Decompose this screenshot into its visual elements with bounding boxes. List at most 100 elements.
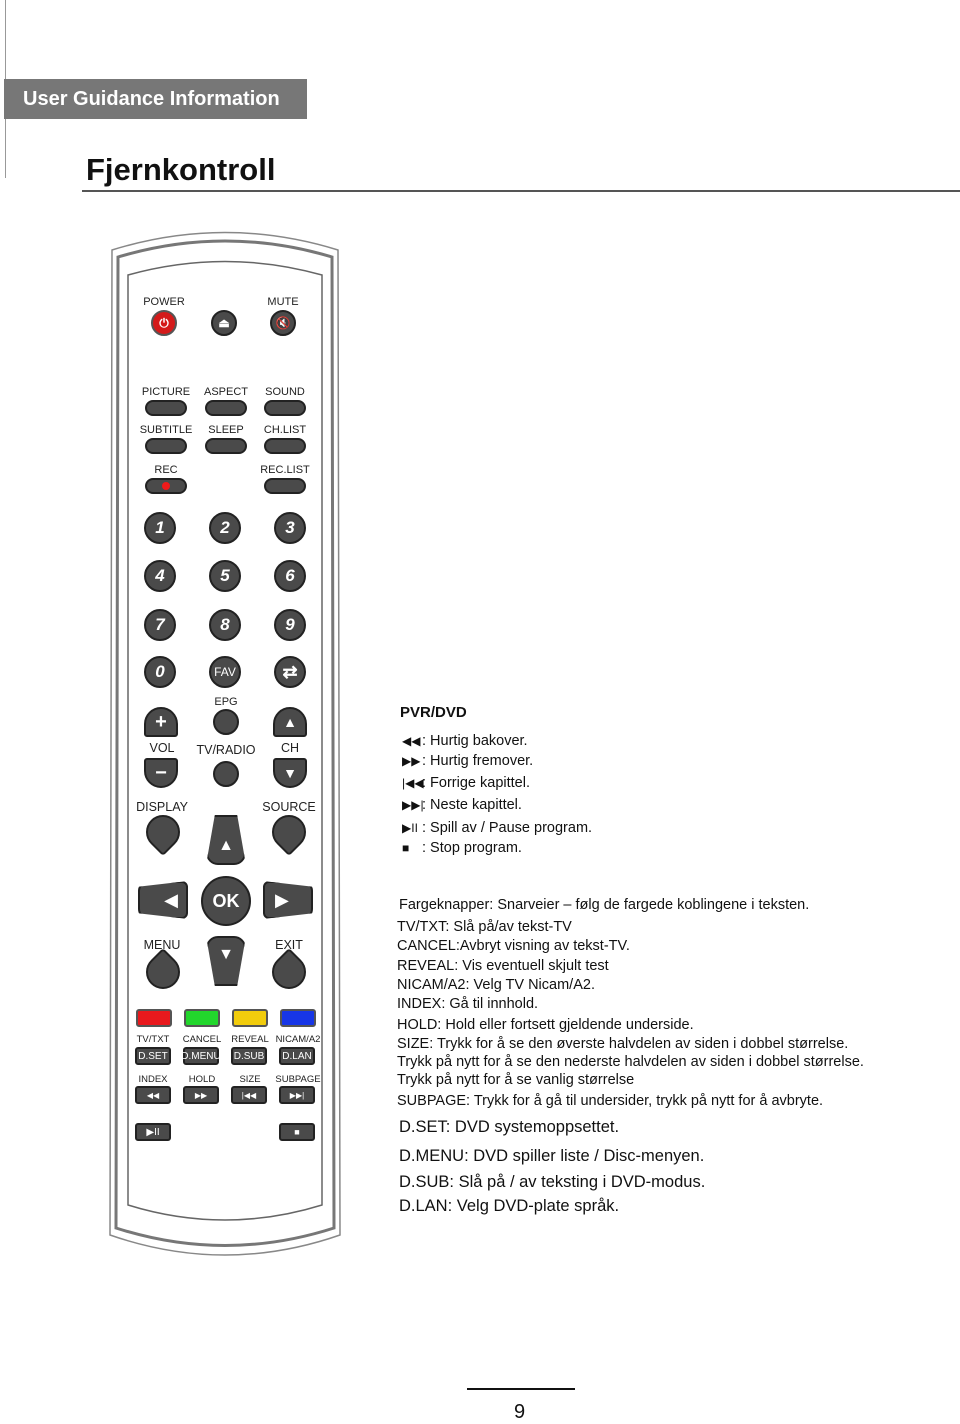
dmenu-description: D.MENU: DVD spiller liste / Disc-menyen. bbox=[399, 1147, 705, 1165]
green-button[interactable] bbox=[184, 1009, 220, 1027]
vol-label: VOL bbox=[149, 741, 175, 755]
power-button[interactable]: ⏻ bbox=[151, 310, 177, 336]
mute-icon: 🔇 bbox=[275, 316, 291, 330]
power-label: POWER bbox=[143, 296, 185, 308]
sleep-button[interactable] bbox=[205, 438, 247, 454]
color-keys-description: Fargeknapper: Snarveier – følg de farged… bbox=[399, 897, 810, 913]
yellow-button[interactable] bbox=[232, 1009, 268, 1027]
sound-button[interactable] bbox=[264, 400, 306, 416]
sound-label: SOUND bbox=[265, 386, 305, 398]
sleep-label: SLEEP bbox=[208, 424, 244, 436]
number-9-button[interactable]: 9 bbox=[274, 609, 306, 641]
mute-label: MUTE bbox=[267, 296, 299, 308]
tvtxt-description: TV/TXT: Slå på/av tekst-TV bbox=[397, 919, 572, 935]
footer-rule bbox=[467, 1388, 575, 1390]
reclist-button[interactable] bbox=[264, 478, 306, 494]
dmenu-button[interactable]: D.MENU bbox=[181, 1047, 221, 1065]
minus-icon: − bbox=[155, 761, 167, 784]
mute-button[interactable]: 🔇 bbox=[270, 310, 296, 336]
dlan-description: D.LAN: Velg DVD-plate språk. bbox=[399, 1197, 620, 1215]
pvr-item: ◀◀: Hurtig bakover. bbox=[402, 733, 528, 749]
reveal-description: REVEAL: Vis eventuell skjult test bbox=[397, 958, 609, 974]
rec-label: REC bbox=[154, 464, 178, 476]
aspect-label: ASPECT bbox=[203, 386, 249, 398]
skip-forward-icon: ▶▶| bbox=[402, 798, 424, 812]
red-button[interactable] bbox=[136, 1009, 172, 1027]
size-description: SIZE: Trykk for å se den øverste halvdel… bbox=[397, 1036, 849, 1052]
dsub-button[interactable]: D.SUB bbox=[231, 1047, 267, 1065]
ch-label: CH bbox=[280, 741, 300, 755]
next-chapter-button[interactable]: ▶▶| bbox=[279, 1086, 315, 1104]
epg-button[interactable] bbox=[213, 709, 239, 735]
size-description-2: Trykk på nytt for å se den nederste halv… bbox=[397, 1054, 864, 1070]
number-6-button[interactable]: 6 bbox=[274, 560, 306, 592]
stop-button[interactable]: ■ bbox=[279, 1123, 315, 1141]
nicam-description: NICAM/A2: Velg TV Nicam/A2. bbox=[397, 977, 595, 993]
rewind-icon: ◀◀ bbox=[146, 1090, 160, 1100]
stop-icon: ■ bbox=[294, 1127, 300, 1137]
fav-button[interactable]: FAV bbox=[209, 656, 241, 688]
number-2-button[interactable]: 2 bbox=[209, 512, 241, 544]
size-description-3: Trykk på nytt for å se vanlig størrelse bbox=[397, 1072, 635, 1088]
hold-label: HOLD bbox=[188, 1074, 216, 1085]
triangle-up-icon: ▲ bbox=[283, 714, 297, 730]
nicam-label: NICAM/A2 bbox=[275, 1034, 321, 1045]
blue-button[interactable] bbox=[280, 1009, 316, 1027]
subpage-label: SUBPAGE bbox=[275, 1074, 321, 1085]
section-banner: User Guidance Information bbox=[4, 79, 307, 119]
play-pause-button[interactable]: ▶II bbox=[135, 1123, 171, 1141]
triangle-left-icon: ◀ bbox=[164, 889, 178, 910]
rewind-icon: ◀◀ bbox=[402, 734, 421, 748]
swap-arrows-icon: ⇄ bbox=[282, 661, 298, 682]
dset-description: D.SET: DVD systemoppsettet. bbox=[399, 1118, 620, 1136]
number-4-button[interactable]: 4 bbox=[144, 560, 176, 592]
recall-button[interactable]: ⇄ bbox=[274, 656, 306, 688]
reclist-label: REC.LIST bbox=[260, 464, 310, 476]
chlist-button[interactable] bbox=[264, 438, 306, 454]
cancel-label: CANCEL bbox=[182, 1034, 222, 1045]
triangle-up-icon: ▲ bbox=[218, 837, 234, 854]
channel-up-button[interactable]: ▲ bbox=[273, 707, 307, 737]
title-divider bbox=[82, 190, 960, 192]
triangle-right-icon: ▶ bbox=[275, 889, 289, 910]
nav-right-button[interactable]: ▶ bbox=[263, 881, 313, 919]
subtitle-button[interactable] bbox=[145, 438, 187, 454]
previous-chapter-button[interactable]: |◀◀ bbox=[231, 1086, 267, 1104]
picture-label: PICTURE bbox=[141, 386, 191, 398]
fast-forward-button[interactable]: ▶▶ bbox=[183, 1086, 219, 1104]
tvradio-label: TV/RADIO bbox=[196, 743, 256, 757]
stop-icon: ■ bbox=[402, 841, 410, 855]
power-icon: ⏻ bbox=[159, 315, 169, 330]
fast-forward-icon: ▶▶ bbox=[194, 1090, 208, 1100]
rewind-button[interactable]: ◀◀ bbox=[135, 1086, 171, 1104]
epg-label: EPG bbox=[214, 696, 238, 708]
dset-button[interactable]: D.SET bbox=[135, 1047, 171, 1065]
play-pause-icon: ▶II bbox=[146, 1126, 160, 1138]
number-1-button[interactable]: 1 bbox=[144, 512, 176, 544]
number-0-button[interactable]: 0 bbox=[144, 656, 176, 688]
rec-button[interactable] bbox=[145, 478, 187, 494]
ok-button[interactable]: OK bbox=[201, 876, 251, 926]
index-description: INDEX: Gå til innhold. bbox=[397, 996, 539, 1012]
display-label: DISPLAY bbox=[136, 800, 188, 814]
aspect-button[interactable] bbox=[205, 400, 247, 416]
dlan-button[interactable]: D.LAN bbox=[279, 1047, 315, 1065]
size-label: SIZE bbox=[239, 1074, 261, 1085]
source-label: SOURCE bbox=[262, 800, 316, 814]
number-3-button[interactable]: 3 bbox=[274, 512, 306, 544]
chlist-label: CH.LIST bbox=[263, 424, 307, 436]
tvtxt-label: TV/TXT bbox=[136, 1034, 170, 1045]
eject-button[interactable]: ⏏ bbox=[211, 310, 237, 336]
picture-button[interactable] bbox=[145, 400, 187, 416]
volume-up-button[interactable]: + bbox=[144, 707, 178, 737]
plus-icon: + bbox=[155, 710, 167, 733]
record-dot-icon bbox=[162, 482, 170, 490]
skip-forward-icon: ▶▶| bbox=[289, 1090, 305, 1100]
number-8-button[interactable]: 8 bbox=[209, 609, 241, 641]
number-7-button[interactable]: 7 bbox=[144, 609, 176, 641]
skip-back-icon: |◀◀ bbox=[241, 1090, 257, 1100]
number-5-button[interactable]: 5 bbox=[209, 560, 241, 592]
tvradio-button[interactable] bbox=[213, 761, 239, 787]
skip-back-icon: |◀◀ bbox=[402, 776, 424, 790]
nav-left-button[interactable]: ◀ bbox=[138, 881, 188, 919]
